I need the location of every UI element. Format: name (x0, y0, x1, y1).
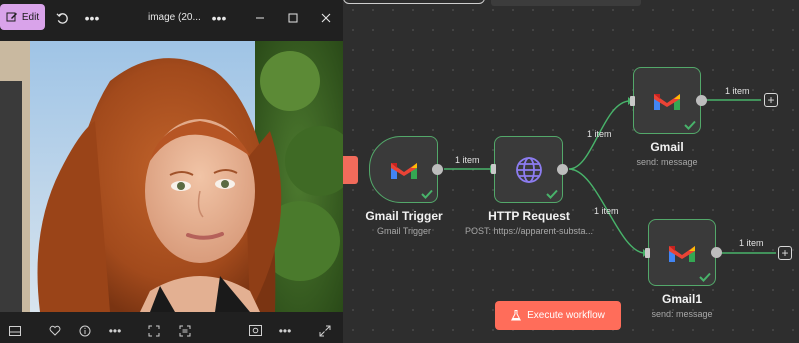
minimize-icon[interactable] (250, 0, 270, 36)
bottom-more-icon-2[interactable]: ••• (274, 318, 296, 343)
output-port[interactable] (696, 95, 707, 106)
globe-icon (515, 156, 542, 183)
edge-label: 1 item (739, 238, 764, 248)
node-subtitle: send: message (651, 309, 713, 319)
http-request-node[interactable] (494, 136, 563, 203)
output-port[interactable] (557, 164, 568, 175)
image-title: image (20... (148, 12, 201, 23)
node-title: HTTP Request (488, 209, 570, 223)
node-title: Gmail1 (661, 292, 703, 306)
node-subtitle: Gmail Trigger (376, 226, 432, 236)
gmail-node[interactable] (633, 67, 701, 134)
slideshow-icon[interactable] (244, 318, 266, 343)
bottom-more-icon[interactable]: ••• (104, 318, 126, 343)
input-port[interactable] (491, 164, 496, 174)
info-icon[interactable] (74, 318, 96, 343)
gmail1-node[interactable] (648, 219, 716, 286)
edge-label: 1 item (455, 155, 480, 165)
maximize-icon[interactable] (283, 0, 303, 36)
gmail-trigger-node[interactable] (369, 136, 438, 203)
heart-icon[interactable] (44, 318, 66, 343)
input-port[interactable] (630, 96, 635, 106)
edge-label: 1 item (725, 86, 750, 96)
close-icon[interactable] (316, 0, 336, 36)
gmail-logo-icon (390, 162, 417, 179)
edit-icon (6, 12, 17, 22)
node-title: Gmail Trigger (365, 209, 443, 223)
workflow-canvas[interactable]: Gmail Trigger Gmail Trigger 1 item HTTP … (343, 0, 799, 343)
photo-viewer-window: Edit ••• image (20... ••• ••• ••• (0, 0, 343, 343)
node-title: Gmail (650, 140, 684, 154)
execute-workflow-button[interactable]: Execute workflow (495, 301, 621, 330)
success-check-icon (684, 120, 696, 130)
add-node-button[interactable]: + (778, 246, 792, 260)
rotate-icon[interactable] (52, 0, 72, 36)
output-port[interactable] (432, 164, 443, 175)
edge-label: 1 item (587, 129, 612, 139)
edit-label: Edit (21, 11, 40, 23)
add-node-button[interactable]: + (764, 93, 778, 107)
title-more-icon[interactable]: ••• (209, 0, 229, 36)
node-subtitle: POST: https://apparent-substa... (464, 226, 594, 236)
edit-button[interactable]: Edit (0, 4, 45, 30)
flask-icon (511, 310, 522, 321)
portrait-photo (0, 41, 343, 312)
success-check-icon (546, 189, 558, 199)
input-port[interactable] (645, 248, 650, 258)
crop-icon[interactable] (143, 318, 165, 343)
filmstrip-icon[interactable] (4, 318, 26, 343)
edge-label: 1 item (594, 206, 619, 216)
more-options-icon[interactable]: ••• (82, 0, 102, 36)
execute-workflow-label: Execute workflow (527, 310, 605, 321)
success-check-icon (699, 272, 711, 282)
bottom-toolbar: ••• ••• (0, 318, 343, 343)
expand-icon[interactable] (314, 318, 336, 343)
title-bar: Edit ••• image (20... ••• (0, 0, 343, 36)
gmail-logo-icon (669, 245, 695, 262)
output-port[interactable] (711, 247, 722, 258)
success-check-icon (421, 189, 433, 199)
gmail-logo-icon (654, 93, 680, 110)
text-scan-icon[interactable] (174, 318, 196, 343)
node-subtitle: send: message (636, 157, 698, 167)
